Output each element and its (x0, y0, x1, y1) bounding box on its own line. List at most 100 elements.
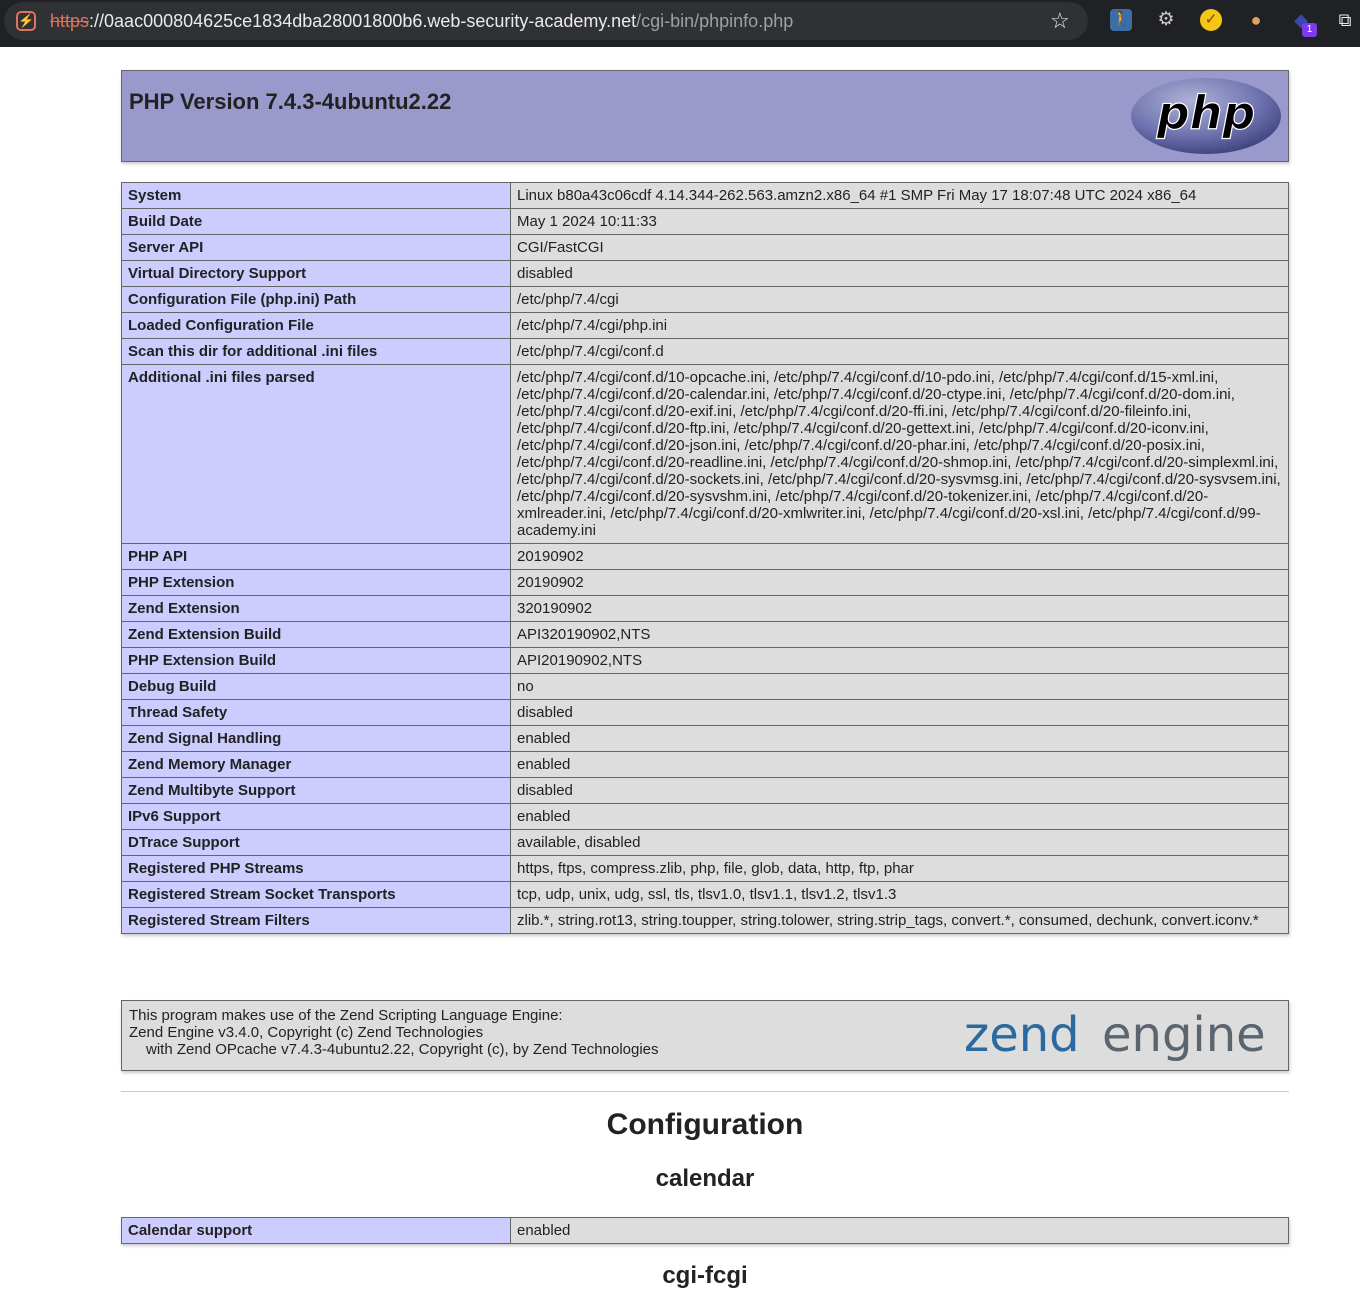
browser-toolbar: ⚡ https://0aac000804625ce1834dba28001800… (0, 0, 1360, 47)
info-row: IPv6 Support enabled (121, 803, 1289, 830)
info-row: Zend Extension 320190902 (121, 595, 1289, 622)
info-label: DTrace Support (121, 829, 511, 856)
extension-wand-icon[interactable]: ✓ (1200, 9, 1222, 31)
info-label: Zend Extension Build (121, 621, 511, 648)
info-row: PHP API 20190902 (121, 543, 1289, 570)
info-value: CGI/FastCGI (510, 234, 1289, 261)
info-label: Registered PHP Streams (121, 855, 511, 882)
extension-badge: 1 (1302, 23, 1317, 37)
general-info-section: System Linux b80a43c06cdf 4.14.344-262.56… (121, 182, 1289, 934)
info-row: Registered Stream Socket Transports tcp, … (121, 881, 1289, 908)
address-bar[interactable]: ⚡ https://0aac000804625ce1834dba28001800… (4, 2, 1088, 40)
info-row: Configuration File (php.ini) Path/etc/ph… (121, 286, 1289, 313)
extension-cookie-icon[interactable]: ● (1245, 9, 1267, 31)
info-row: Server API CGI/FastCGI (121, 234, 1289, 261)
info-row: Zend Signal Handling enabled (121, 725, 1289, 752)
info-label: Zend Multibyte Support (121, 777, 511, 804)
url-host: ://0aac000804625ce1834dba28001800b6.web-… (89, 11, 637, 31)
info-row: Loaded Configuration File/etc/php/7.4/cg… (121, 312, 1289, 339)
info-row: Registered PHP Streams https, ftps, compr… (121, 855, 1289, 882)
bookmark-star-icon[interactable]: ☆ (1050, 8, 1070, 34)
zend-line-2: Zend Engine v3.4.0, Copyright (c) Zend T… (129, 1024, 484, 1041)
cgi-fcgi-heading: cgi-fcgi (662, 1262, 748, 1289)
info-value: /etc/php/7.4/cgi/conf.d/10-opcache.ini, … (510, 364, 1289, 544)
info-value: disabled (510, 699, 1289, 726)
info-row: Zend Multibyte Support disabled (121, 777, 1289, 804)
url-path: /cgi-bin/phpinfo.php (636, 11, 794, 31)
info-value: enabled (510, 1217, 1289, 1244)
info-value: zlib.*, string.rot13, string.toupper, st… (510, 907, 1289, 934)
calendar-heading: calendar (655, 1165, 755, 1192)
calendar-table: Calendar support enabled (121, 1217, 1289, 1244)
extension-gear-icon[interactable]: ⚙ (1155, 9, 1177, 31)
info-value: available, disabled (510, 829, 1289, 856)
configuration-heading: Configuration (606, 1108, 804, 1141)
php-header: PHP Version 7.4.3-4ubuntu2.22 php (121, 70, 1289, 162)
info-value: 320190902 (510, 595, 1289, 622)
info-row: DTrace Support available, disabled (121, 829, 1289, 856)
info-value: no (510, 673, 1289, 700)
info-row: Calendar support enabled (121, 1217, 1289, 1244)
zend-line-1: This program makes use of the Zend Scrip… (129, 1007, 563, 1024)
zend-logo-word-2: engine (1102, 1007, 1266, 1063)
zend-engine-logo-icon: zend engine (964, 1007, 1266, 1063)
info-value: disabled (510, 260, 1289, 287)
info-label: Zend Extension (121, 595, 511, 622)
site-favicon-icon: ⚡ (16, 11, 36, 31)
info-value: https, ftps, compress.zlib, php, file, g… (510, 855, 1289, 882)
info-value: /etc/php/7.4/cgi/conf.d (510, 338, 1289, 365)
info-label: Thread Safety (121, 699, 511, 726)
info-label: Configuration File (php.ini) Path (121, 286, 511, 313)
info-row: Virtual Directory Support disabled (121, 260, 1289, 287)
divider (121, 1091, 1289, 1092)
info-value: 20190902 (510, 543, 1289, 570)
info-value: May 1 2024 10:11:33 (510, 208, 1289, 235)
info-label: Server API (121, 234, 511, 261)
info-row: Zend Memory Manager enabled (121, 751, 1289, 778)
url-text[interactable]: https://0aac000804625ce1834dba28001800b6… (50, 11, 793, 32)
info-label: Build Date (121, 208, 511, 235)
info-label: Registered Stream Filters (121, 907, 511, 934)
info-label: Calendar support (121, 1217, 511, 1244)
info-value: API20190902,NTS (510, 647, 1289, 674)
info-row: Additional .ini files parsed/etc/php/7.4… (121, 364, 1289, 544)
zend-logo-word-1: zend (964, 1007, 1080, 1063)
info-label: IPv6 Support (121, 803, 511, 830)
extensions-puzzle-icon[interactable]: ⧉ (1334, 9, 1356, 31)
zend-text: This program makes use of the Zend Scrip… (129, 1007, 659, 1058)
info-label: PHP Extension (121, 569, 511, 596)
info-label: PHP API (121, 543, 511, 570)
calendar-section: Calendar support enabled (121, 1217, 1289, 1244)
info-value: enabled (510, 803, 1289, 830)
info-label: Scan this dir for additional .ini files (121, 338, 511, 365)
info-label: Loaded Configuration File (121, 312, 511, 339)
info-row: Debug Build no (121, 673, 1289, 700)
info-value: enabled (510, 751, 1289, 778)
info-row: System Linux b80a43c06cdf 4.14.344-262.56… (121, 182, 1289, 209)
info-value: /etc/php/7.4/cgi/php.ini (510, 312, 1289, 339)
zend-engine-box: This program makes use of the Zend Scrip… (121, 1000, 1289, 1071)
info-label: Additional .ini files parsed (121, 364, 511, 544)
info-value: tcp, udp, unix, udg, ssl, tls, tlsv1.0, … (510, 881, 1289, 908)
info-row: Build Date May 1 2024 10:11:33 (121, 208, 1289, 235)
info-value: disabled (510, 777, 1289, 804)
info-label: Zend Signal Handling (121, 725, 511, 752)
info-value: enabled (510, 725, 1289, 752)
info-value: /etc/php/7.4/cgi (510, 286, 1289, 313)
info-value: API320190902,NTS (510, 621, 1289, 648)
info-row: PHP Extension Build API20190902,NTS (121, 647, 1289, 674)
extension-walker-icon[interactable]: 🚶 (1110, 9, 1132, 31)
info-label: Debug Build (121, 673, 511, 700)
zend-line-3: with Zend OPcache v7.4.3-4ubuntu2.22, Co… (146, 1041, 659, 1058)
page-title: PHP Version 7.4.3-4ubuntu2.22 (129, 89, 452, 114)
info-label: Registered Stream Socket Transports (121, 881, 511, 908)
info-row: PHP Extension 20190902 (121, 569, 1289, 596)
general-info-table: System Linux b80a43c06cdf 4.14.344-262.56… (121, 182, 1289, 934)
php-logo-icon: php (1131, 78, 1281, 154)
info-value: Linux b80a43c06cdf 4.14.344-262.563.amzn… (510, 182, 1289, 209)
info-row: Zend Extension Build API320190902,NTS (121, 621, 1289, 648)
info-label: System (121, 182, 511, 209)
info-value: 20190902 (510, 569, 1289, 596)
info-row: Thread Safety disabled (121, 699, 1289, 726)
php-logo-text: php (1156, 86, 1256, 140)
